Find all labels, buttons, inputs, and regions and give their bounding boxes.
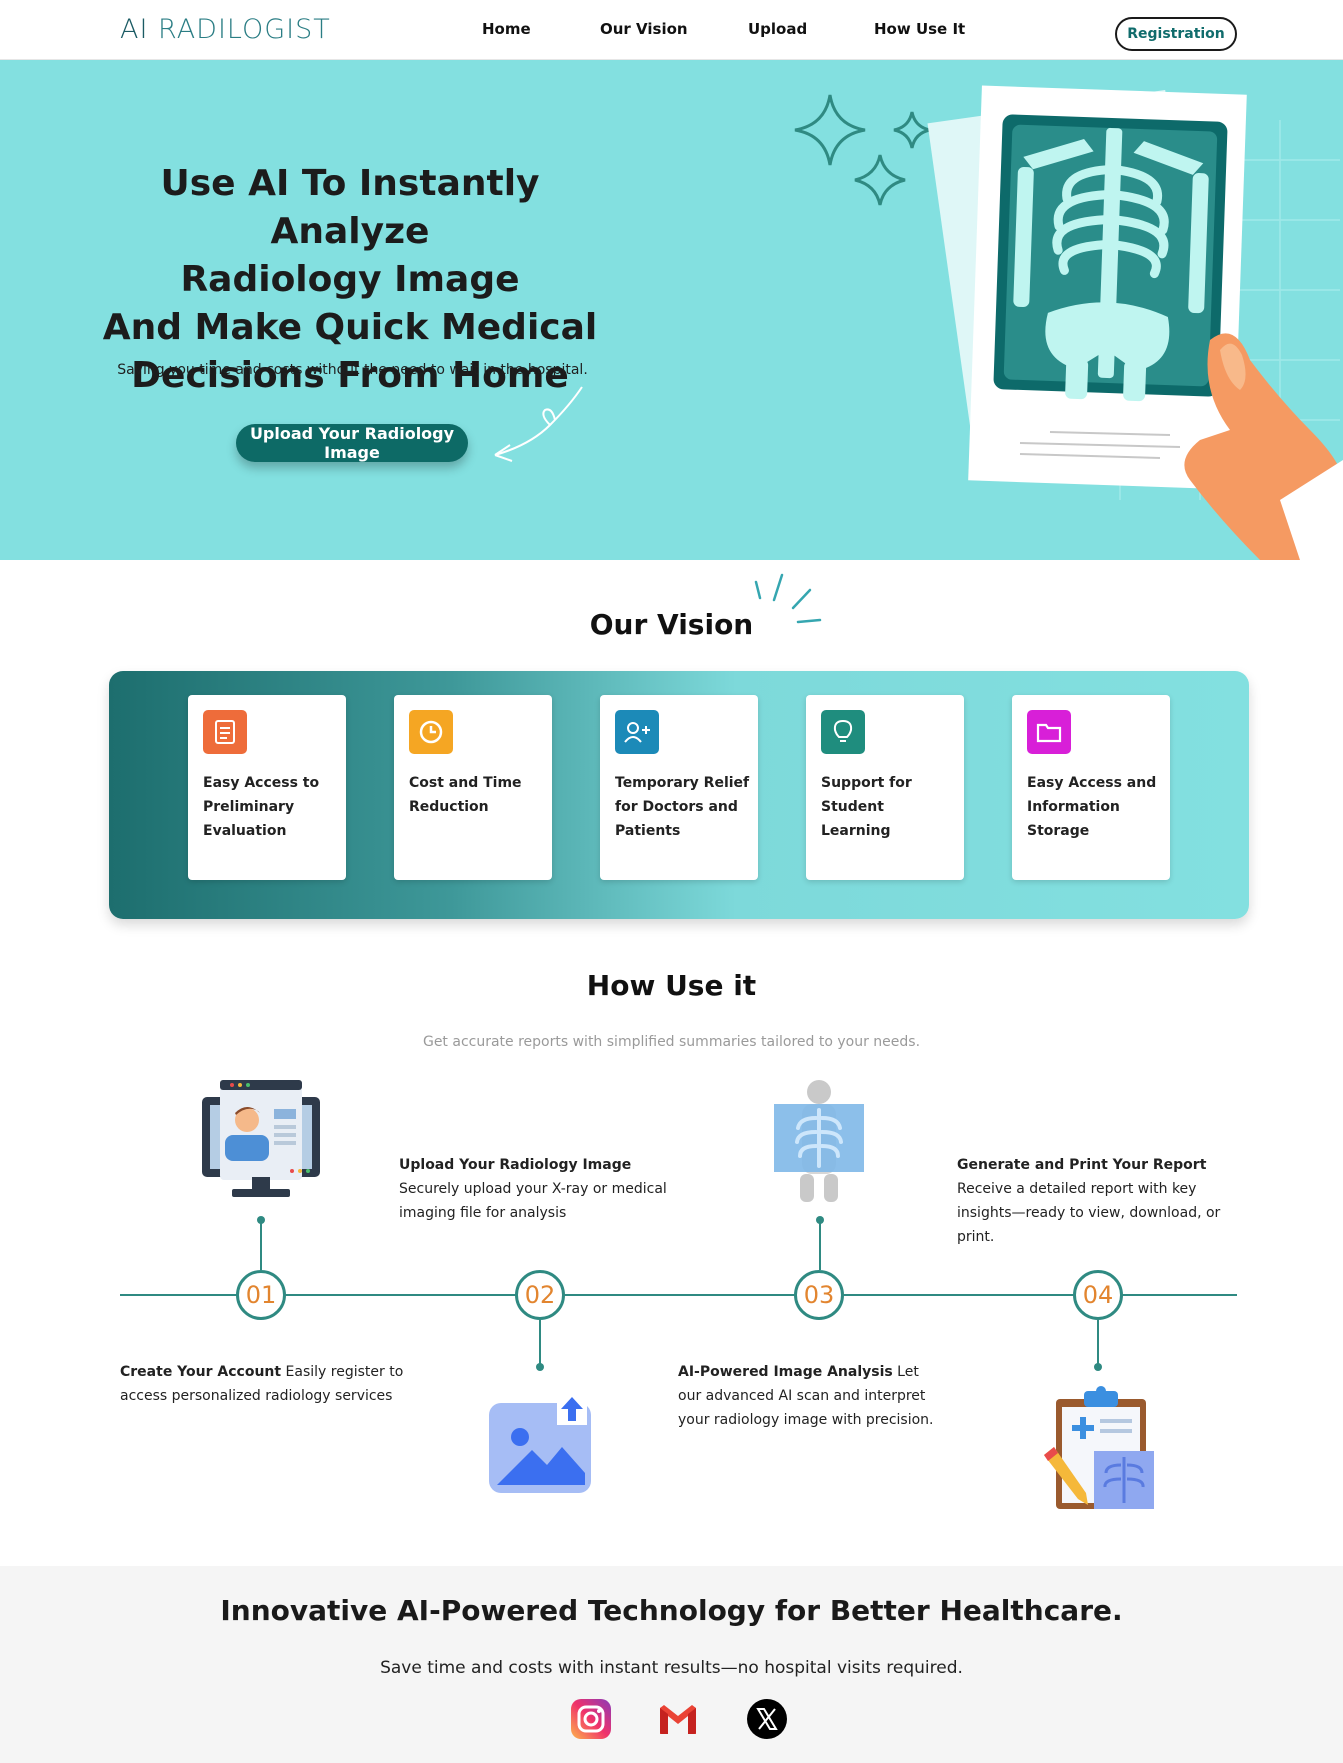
- lightbulb-icon: [821, 710, 865, 754]
- hero-section: Use AI To Instantly Analyze Radiology Im…: [0, 60, 1343, 560]
- hero-title-line: Use AI To Instantly Analyze: [160, 163, 540, 252]
- instagram-icon[interactable]: [570, 1698, 612, 1740]
- logo[interactable]: AI RADILOGIST: [120, 14, 331, 45]
- how-title: How Use it: [586, 969, 757, 1002]
- footer-subtitle: Save time and costs with instant results…: [380, 1658, 963, 1678]
- footer: Innovative AI-Powered Technology for Bet…: [0, 1566, 1343, 1763]
- clock-icon: [409, 710, 453, 754]
- hero-title-line: And Make Quick Medical: [102, 307, 598, 348]
- arrow-doodle-icon: [494, 386, 583, 462]
- step-4-text: Generate and Print Your Report Receive a…: [957, 1153, 1242, 1249]
- step-4-description: Receive a detailed report with key insig…: [957, 1181, 1221, 1245]
- step-4-title: Generate and Print Your Report: [957, 1157, 1207, 1173]
- timeline-dot: [1094, 1363, 1102, 1371]
- step-1-title: Create Your Account: [120, 1364, 282, 1380]
- logo-ai-text: AI: [120, 14, 149, 45]
- step-2-title: Upload Your Radiology Image: [399, 1157, 632, 1173]
- nav-our-vision-link[interactable]: Our Vision: [600, 20, 688, 38]
- hero-subtitle: Saving you time and costs without the ne…: [117, 362, 588, 378]
- step-2-text: Upload Your Radiology Image Securely upl…: [399, 1153, 669, 1225]
- vision-card-label: Temporary Relief for Doctors and Patient…: [615, 775, 750, 839]
- image-upload-icon: [489, 1395, 591, 1493]
- vision-card-label: Cost and Time Reduction: [409, 775, 522, 815]
- x-icon[interactable]: [746, 1698, 788, 1740]
- step-number-1: 01: [236, 1270, 286, 1320]
- xray-body-icon: [774, 1080, 864, 1202]
- how-subtitle: Get accurate reports with simplified sum…: [422, 1034, 921, 1050]
- xray-hand-illustration: [794, 85, 1343, 560]
- vision-card-label: Easy Access to Preliminary Evaluation: [203, 775, 320, 839]
- step-3-text: AI-Powered Image Analysis Let our advanc…: [678, 1360, 938, 1432]
- vision-card-label: Easy Access and Information Storage: [1027, 775, 1157, 839]
- timeline-dot: [536, 1363, 544, 1371]
- navbar: AI RADILOGIST Home Our Vision Upload How…: [0, 0, 1343, 60]
- add-user-icon: [615, 710, 659, 754]
- nav-home-link[interactable]: Home: [482, 20, 531, 38]
- document-icon: [203, 710, 247, 754]
- clipboard-report-icon: [1044, 1386, 1154, 1509]
- timeline-connector: [1097, 1320, 1099, 1366]
- logo-text: RADILOGIST: [158, 14, 331, 45]
- vision-card-learning: Support for Student Learning: [806, 695, 964, 880]
- vision-card-preliminary: Easy Access to Preliminary Evaluation: [188, 695, 346, 880]
- registration-button[interactable]: Registration: [1115, 17, 1237, 51]
- timeline-connector: [260, 1220, 262, 1270]
- upload-radiology-button[interactable]: Upload Your Radiology Image: [236, 424, 468, 462]
- hero-title-line: Radiology Image: [180, 259, 520, 300]
- timeline-connector: [819, 1220, 821, 1270]
- vision-card-cost: Cost and Time Reduction: [394, 695, 552, 880]
- step-1-text: Create Your Account Easily register to a…: [120, 1360, 410, 1408]
- vision-card-label: Support for Student Learning: [821, 775, 912, 839]
- timeline-line: [120, 1294, 1237, 1296]
- vision-panel: Easy Access to Preliminary Evaluation Co…: [109, 671, 1249, 919]
- gmail-icon[interactable]: [657, 1698, 699, 1740]
- nav-how-use-it-link[interactable]: How Use It: [874, 20, 965, 38]
- footer-title: Innovative AI-Powered Technology for Bet…: [220, 1594, 1123, 1627]
- step-number-2: 02: [515, 1270, 565, 1320]
- step-number-4: 04: [1073, 1270, 1123, 1320]
- folder-icon: [1027, 710, 1071, 754]
- timeline-connector: [539, 1320, 541, 1366]
- computer-profile-icon: [202, 1080, 320, 1197]
- nav-upload-link[interactable]: Upload: [748, 20, 807, 38]
- vision-card-relief: Temporary Relief for Doctors and Patient…: [600, 695, 758, 880]
- vision-title: Our Vision: [589, 608, 754, 641]
- step-2-description: Securely upload your X-ray or medical im…: [399, 1181, 667, 1221]
- vision-card-storage: Easy Access and Information Storage: [1012, 695, 1170, 880]
- step-3-title: AI-Powered Image Analysis: [678, 1364, 893, 1380]
- step-number-3: 03: [794, 1270, 844, 1320]
